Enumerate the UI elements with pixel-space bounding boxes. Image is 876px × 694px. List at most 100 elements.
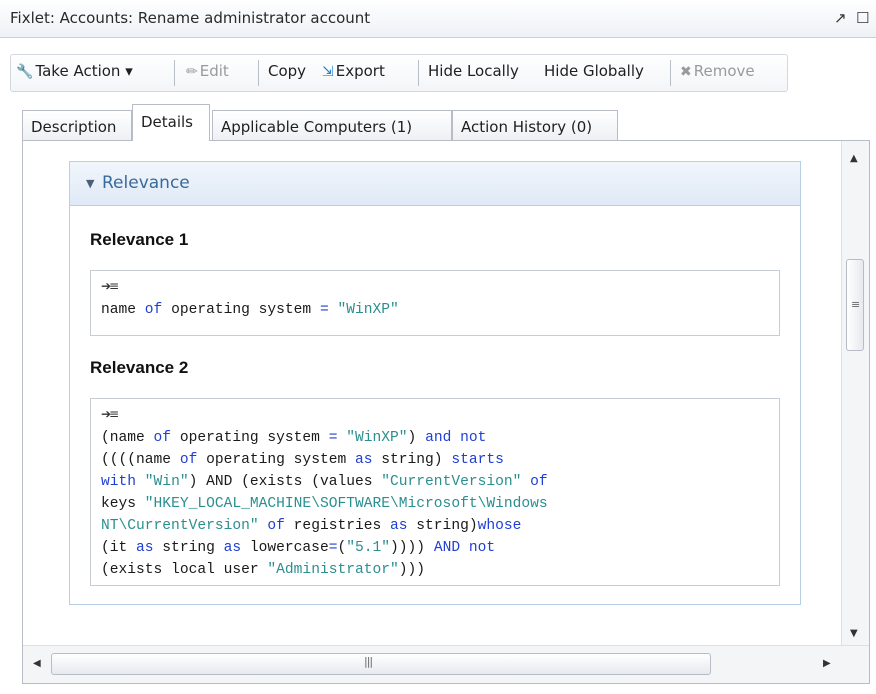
tab-description[interactable]: Description xyxy=(22,110,132,140)
code-token: ))) xyxy=(398,562,426,578)
code-token: "HKEY_LOCAL_MACHINE\SOFTWARE\Microsoft\W… xyxy=(144,496,548,512)
remove-x-icon: ✖ xyxy=(680,64,692,80)
code-token: whose xyxy=(477,518,522,534)
code-token: of xyxy=(179,452,198,468)
tab-applicable-computers[interactable]: Applicable Computers (1) xyxy=(212,110,452,140)
copy-button[interactable]: Copy xyxy=(268,62,306,80)
grip-icon: ||| xyxy=(364,655,373,668)
code-token: "CurrentVersion" xyxy=(381,474,522,490)
take-action-label: Take Action ▾ xyxy=(35,62,133,80)
maximize-icon[interactable]: ↗ xyxy=(834,10,850,26)
toolbar-separator xyxy=(258,60,259,86)
code-token: operating system xyxy=(171,430,329,446)
horizontal-scrollbar[interactable]: ◀ ||| ▶ xyxy=(23,645,869,683)
window-title-bar: Fixlet: Accounts: Rename administrator a… xyxy=(0,0,876,38)
restore-icon[interactable]: ☐ xyxy=(856,10,872,26)
remove-label: Remove xyxy=(693,62,755,80)
code-token: registries xyxy=(284,518,391,534)
tab-action-history[interactable]: Action History (0) xyxy=(452,110,618,140)
code-line: (exists local user "Administrator"))) xyxy=(101,559,548,581)
code-token: and not xyxy=(425,430,487,446)
code-token: ((((name xyxy=(101,452,180,468)
code-token: starts xyxy=(451,452,504,468)
code-token: with xyxy=(101,474,137,490)
code-token: of xyxy=(144,302,163,318)
code-token: as xyxy=(136,540,154,556)
hide-globally-button[interactable]: Hide Globally xyxy=(544,62,644,80)
toolbar-separator xyxy=(670,60,671,86)
code-token: string xyxy=(153,540,224,556)
export-label: Export xyxy=(335,62,385,80)
code-token: = xyxy=(319,302,329,318)
relevance-2-title: Relevance 2 xyxy=(90,358,189,377)
vertical-scrollbar[interactable]: ▲ ≡ ▼ xyxy=(841,141,869,646)
code-line: name of operating system = "WinXP" xyxy=(101,299,399,321)
grip-icon: ≡ xyxy=(851,298,861,311)
fixlet-toolbar: 🔧 Take Action ▾ ✏ Edit Copy ⇲ Export Hide L… xyxy=(0,54,800,92)
relevance-2-box: ➔≡ (name of operating system = "WinXP") … xyxy=(90,398,780,586)
code-token: of xyxy=(267,518,285,534)
relevance-section: ▼ Relevance Relevance 1 ➔≡ name of opera… xyxy=(69,161,801,605)
code-token: )))) xyxy=(390,540,434,556)
toolbar-separator xyxy=(418,60,419,86)
relevance-1-code: name of operating system = "WinXP" xyxy=(101,299,399,321)
horizontal-scroll-thumb[interactable]: ||| xyxy=(51,653,711,675)
code-token: ( xyxy=(337,540,347,556)
export-icon: ⇲ xyxy=(322,64,334,80)
code-token: name xyxy=(101,302,145,318)
code-token: operating system xyxy=(162,302,320,318)
wrench-icon: 🔧 xyxy=(16,64,34,80)
code-line: keys "HKEY_LOCAL_MACHINE\SOFTWARE\Micros… xyxy=(101,493,548,515)
scroll-down-arrow-icon[interactable]: ▼ xyxy=(850,628,858,639)
code-token: AND not xyxy=(433,540,496,556)
code-token: "Win" xyxy=(144,474,189,490)
code-token: "Administrator" xyxy=(267,562,399,578)
code-token: (name xyxy=(101,430,154,446)
code-token: "WinXP" xyxy=(346,430,408,446)
code-line: NT\CurrentVersion" of registries as stri… xyxy=(101,515,548,537)
code-token: as xyxy=(390,518,408,534)
code-token: keys xyxy=(101,496,145,512)
code-token: (it xyxy=(101,540,137,556)
remove-button[interactable]: ✖ Remove xyxy=(680,62,755,80)
edit-label: Edit xyxy=(199,62,229,80)
code-line: (name of operating system = "WinXP") and… xyxy=(101,427,548,449)
take-action-button[interactable]: 🔧 Take Action ▾ xyxy=(16,62,133,80)
scroll-right-arrow-icon[interactable]: ▶ xyxy=(823,658,831,669)
code-token: of xyxy=(530,474,548,490)
relevance-section-header[interactable]: ▼ Relevance xyxy=(70,162,800,206)
code-token: "WinXP" xyxy=(337,302,399,318)
code-token: ) xyxy=(407,430,426,446)
hide-locally-button[interactable]: Hide Locally xyxy=(428,62,519,80)
relevance-section-title: Relevance xyxy=(102,173,190,193)
code-line: with "Win") AND (exists (values "Current… xyxy=(101,471,548,493)
code-token: of xyxy=(153,430,172,446)
code-token: lowercase xyxy=(241,540,329,556)
relevance-1-title: Relevance 1 xyxy=(90,230,189,249)
details-panel: ▼ Relevance Relevance 1 ➔≡ name of opera… xyxy=(22,140,870,684)
evaluate-icon[interactable]: ➔≡ xyxy=(101,279,119,293)
relevance-2-code: (name of operating system = "WinXP") and… xyxy=(101,427,548,581)
code-token: ) AND (exists (values xyxy=(188,474,382,490)
window-title: Fixlet: Accounts: Rename administrator a… xyxy=(10,9,371,27)
evaluate-icon[interactable]: ➔≡ xyxy=(101,407,119,421)
code-token: operating system xyxy=(197,452,355,468)
vertical-scroll-thumb[interactable]: ≡ xyxy=(846,259,864,351)
toolbar-separator xyxy=(174,60,175,86)
relevance-1-box: ➔≡ name of operating system = "WinXP" xyxy=(90,270,780,336)
export-button[interactable]: ⇲ Export xyxy=(322,62,385,80)
code-token: NT\CurrentVersion" xyxy=(101,518,259,534)
edit-button[interactable]: ✏ Edit xyxy=(186,62,229,80)
pencil-icon: ✏ xyxy=(186,64,198,80)
scroll-up-arrow-icon[interactable]: ▲ xyxy=(850,153,858,164)
code-token: (exists local user xyxy=(101,562,268,578)
code-token: string) xyxy=(407,518,478,534)
collapse-triangle-icon[interactable]: ▼ xyxy=(86,177,94,190)
code-token: "5.1" xyxy=(346,540,391,556)
scroll-left-arrow-icon[interactable]: ◀ xyxy=(33,658,41,669)
code-line: ((((name of operating system as string) … xyxy=(101,449,548,471)
tab-details[interactable]: Details xyxy=(132,104,210,141)
